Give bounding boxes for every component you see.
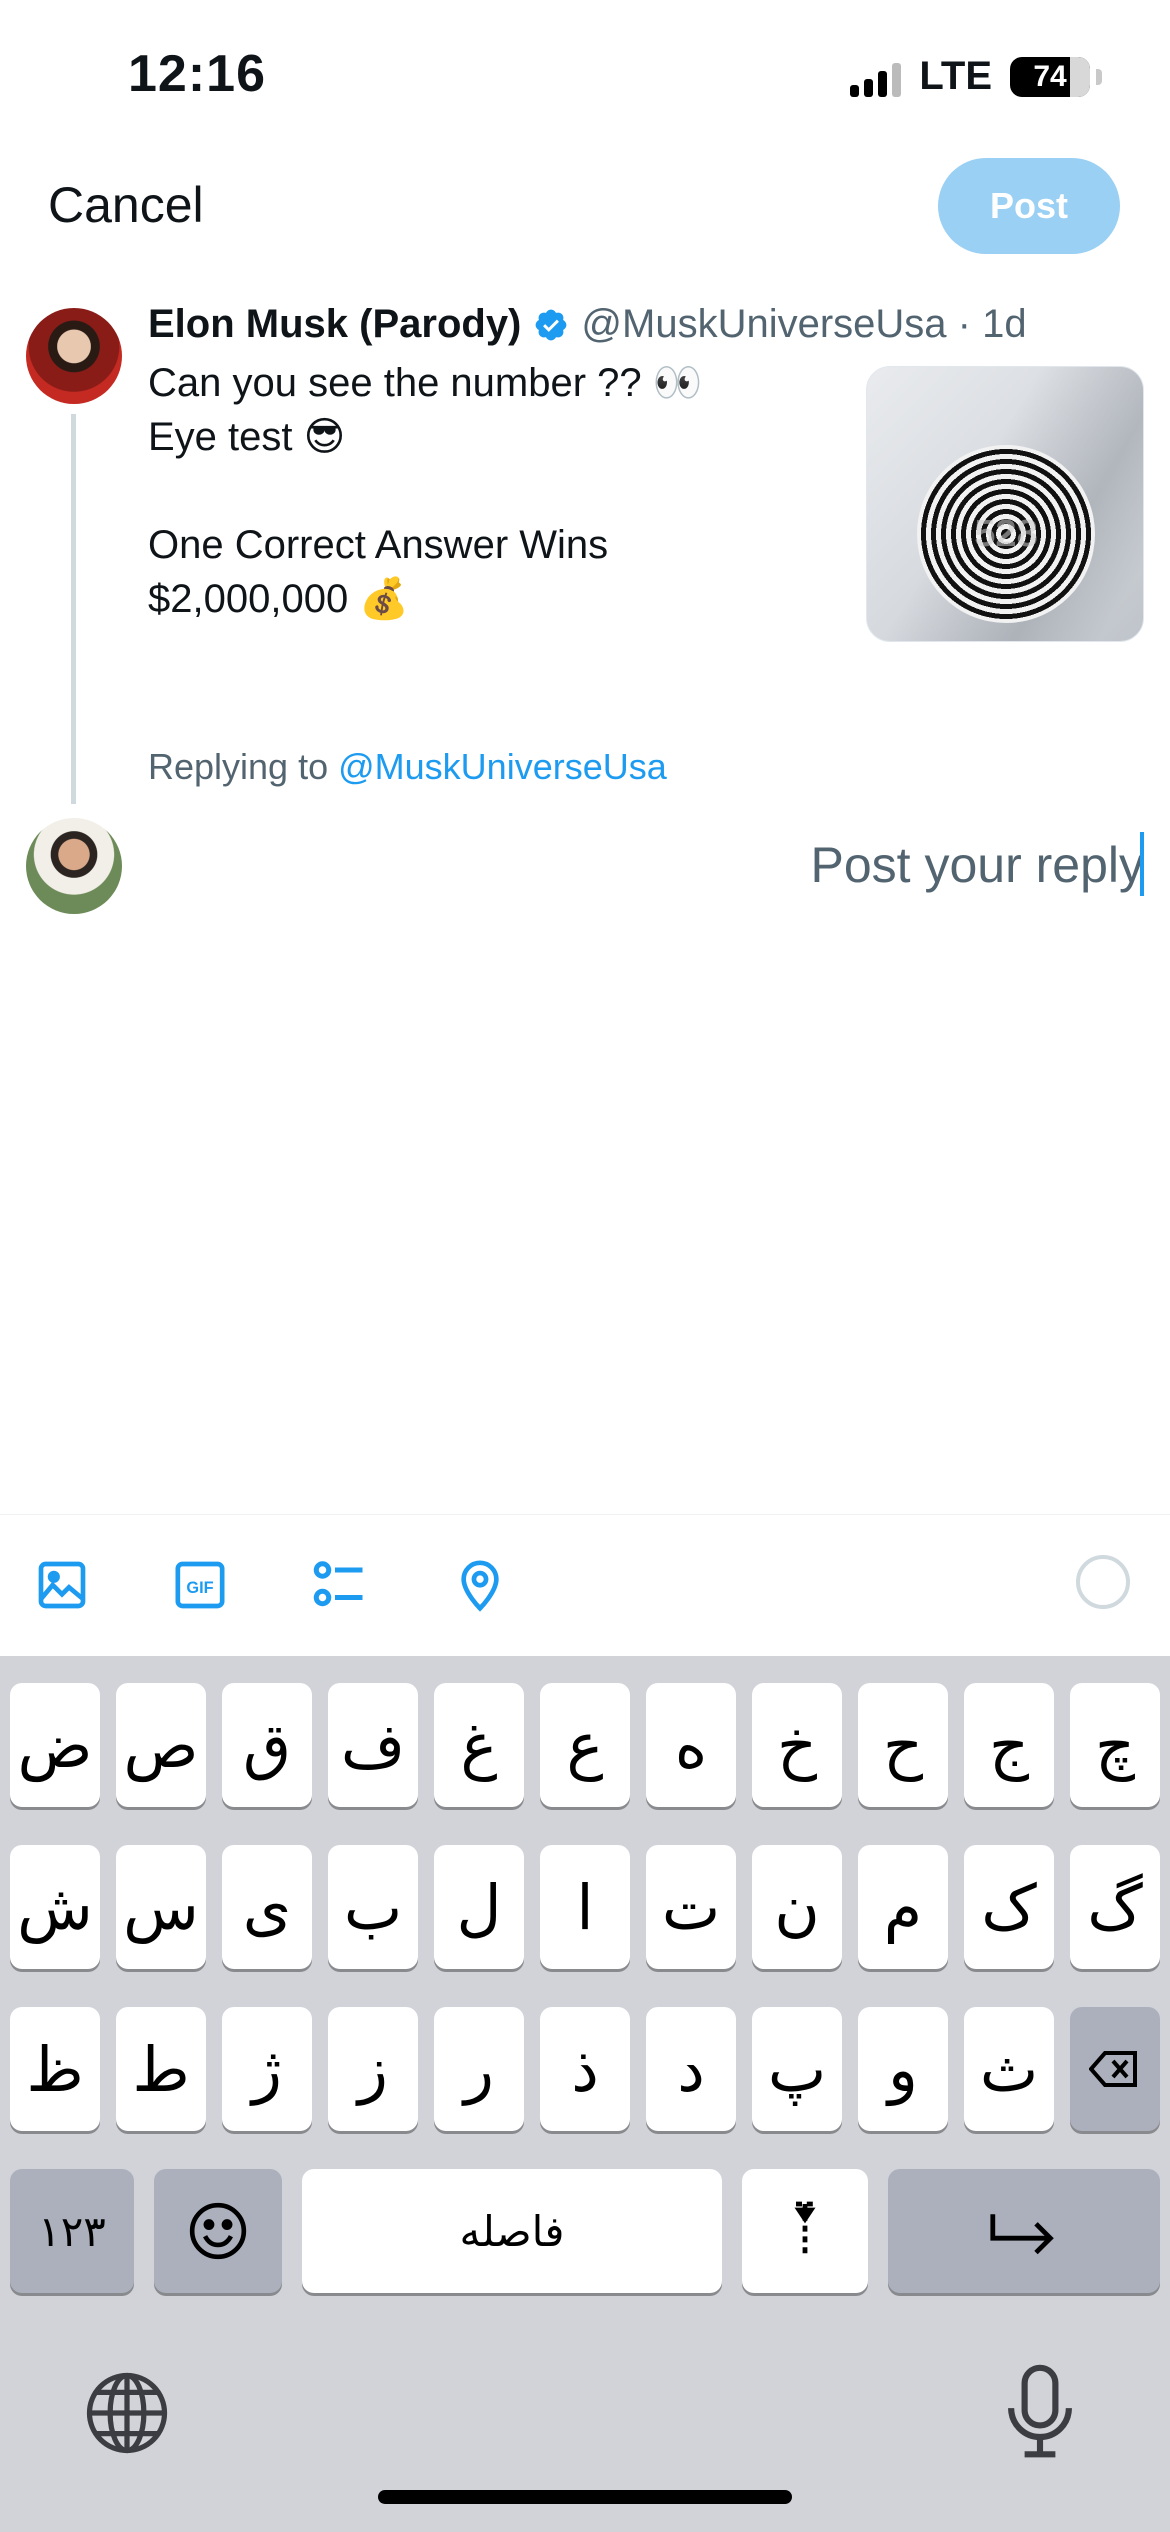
key[interactable]: ش <box>10 1845 100 1969</box>
key[interactable]: چ <box>1070 1683 1160 1807</box>
key[interactable]: ض <box>10 1683 100 1807</box>
network-label: LTE <box>919 54 992 98</box>
author-avatar[interactable] <box>26 308 122 404</box>
reply-input[interactable] <box>324 830 1144 900</box>
key[interactable]: خ <box>752 1683 842 1807</box>
tweet-text: Can you see the number ?? 👀 Eye test 😎 O… <box>148 361 703 621</box>
post-button[interactable]: Post <box>938 158 1120 254</box>
poll-icon[interactable] <box>310 1555 370 1615</box>
key[interactable]: پ <box>752 2007 842 2131</box>
key[interactable]: ب <box>328 1845 418 1969</box>
replying-mention[interactable]: @MuskUniverseUsa <box>338 746 667 787</box>
key[interactable]: ی <box>222 1845 312 1969</box>
key[interactable]: ک <box>964 1845 1054 1969</box>
key[interactable]: ژ <box>222 2007 312 2131</box>
cancel-button[interactable]: Cancel <box>48 176 204 234</box>
character-count-ring <box>1076 1555 1130 1609</box>
tweet-image[interactable]: 528 <box>866 366 1144 642</box>
text-caret <box>1140 832 1144 896</box>
status-indicators: LTE 74 <box>850 54 1102 99</box>
key[interactable]: ظ <box>10 2007 100 2131</box>
battery-icon: 74 <box>1010 56 1102 97</box>
location-icon[interactable] <box>450 1555 510 1615</box>
key[interactable]: ج <box>964 1683 1054 1807</box>
user-avatar[interactable] <box>26 818 122 914</box>
key[interactable]: ث <box>964 2007 1054 2131</box>
image-icon[interactable] <box>32 1555 92 1615</box>
author-name[interactable]: Elon Musk (Parody) <box>148 302 521 347</box>
numbers-key[interactable]: ۱۲۳ <box>10 2169 134 2293</box>
replying-prefix: Replying to <box>148 746 329 787</box>
key[interactable]: ط <box>116 2007 206 2131</box>
author-handle-time: @MuskUniverseUsa · 1d <box>581 302 1027 346</box>
key[interactable]: ذ <box>540 2007 630 2131</box>
key[interactable]: ع <box>540 1683 630 1807</box>
globe-icon[interactable] <box>82 2368 172 2458</box>
thread-line <box>71 414 76 804</box>
emoji-key[interactable] <box>154 2169 282 2293</box>
key[interactable]: ف <box>328 1683 418 1807</box>
key[interactable]: ز <box>328 2007 418 2131</box>
status-time: 12:16 <box>128 45 266 103</box>
space-key[interactable]: فاصله <box>302 2169 722 2293</box>
key[interactable]: ا <box>540 1845 630 1969</box>
key[interactable]: ل <box>434 1845 524 1969</box>
key[interactable]: ق <box>222 1683 312 1807</box>
composer-toolbar: GIF <box>0 1514 1170 1657</box>
key[interactable]: ت <box>646 1845 736 1969</box>
battery-level: 74 <box>1033 59 1067 93</box>
zwnj-icon <box>794 2201 816 2258</box>
signal-icon <box>850 57 902 97</box>
key[interactable]: ح <box>858 1683 948 1807</box>
verified-badge-icon <box>536 309 567 340</box>
replying-to: Replying to @MuskUniverseUsa <box>148 746 667 788</box>
key[interactable]: ن <box>752 1845 842 1969</box>
delete-icon <box>1089 2051 1137 2087</box>
return-icon <box>990 2214 1054 2255</box>
emoji-icon <box>189 2202 247 2260</box>
tweet-header: Elon Musk (Parody) @MuskUniverseUsa · 1d <box>148 302 1027 347</box>
key[interactable]: د <box>646 2007 736 2131</box>
return-key[interactable] <box>888 2169 1160 2293</box>
gif-icon[interactable]: GIF <box>170 1555 230 1615</box>
key[interactable]: ص <box>116 1683 206 1807</box>
key[interactable]: م <box>858 1845 948 1969</box>
optical-illusion-disc: 528 <box>917 445 1095 623</box>
microphone-icon[interactable] <box>1000 2362 1080 2462</box>
home-indicator <box>378 2490 792 2504</box>
key[interactable]: و <box>858 2007 948 2131</box>
zwnj-key[interactable] <box>742 2169 868 2293</box>
hidden-number: 528 <box>974 512 1038 555</box>
key[interactable]: ه <box>646 1683 736 1807</box>
gif-label: GIF <box>186 1579 213 1597</box>
key[interactable]: س <box>116 1845 206 1969</box>
key[interactable]: غ <box>434 1683 524 1807</box>
key[interactable]: گ <box>1070 1845 1160 1969</box>
delete-key[interactable] <box>1070 2007 1160 2131</box>
key[interactable]: ر <box>434 2007 524 2131</box>
